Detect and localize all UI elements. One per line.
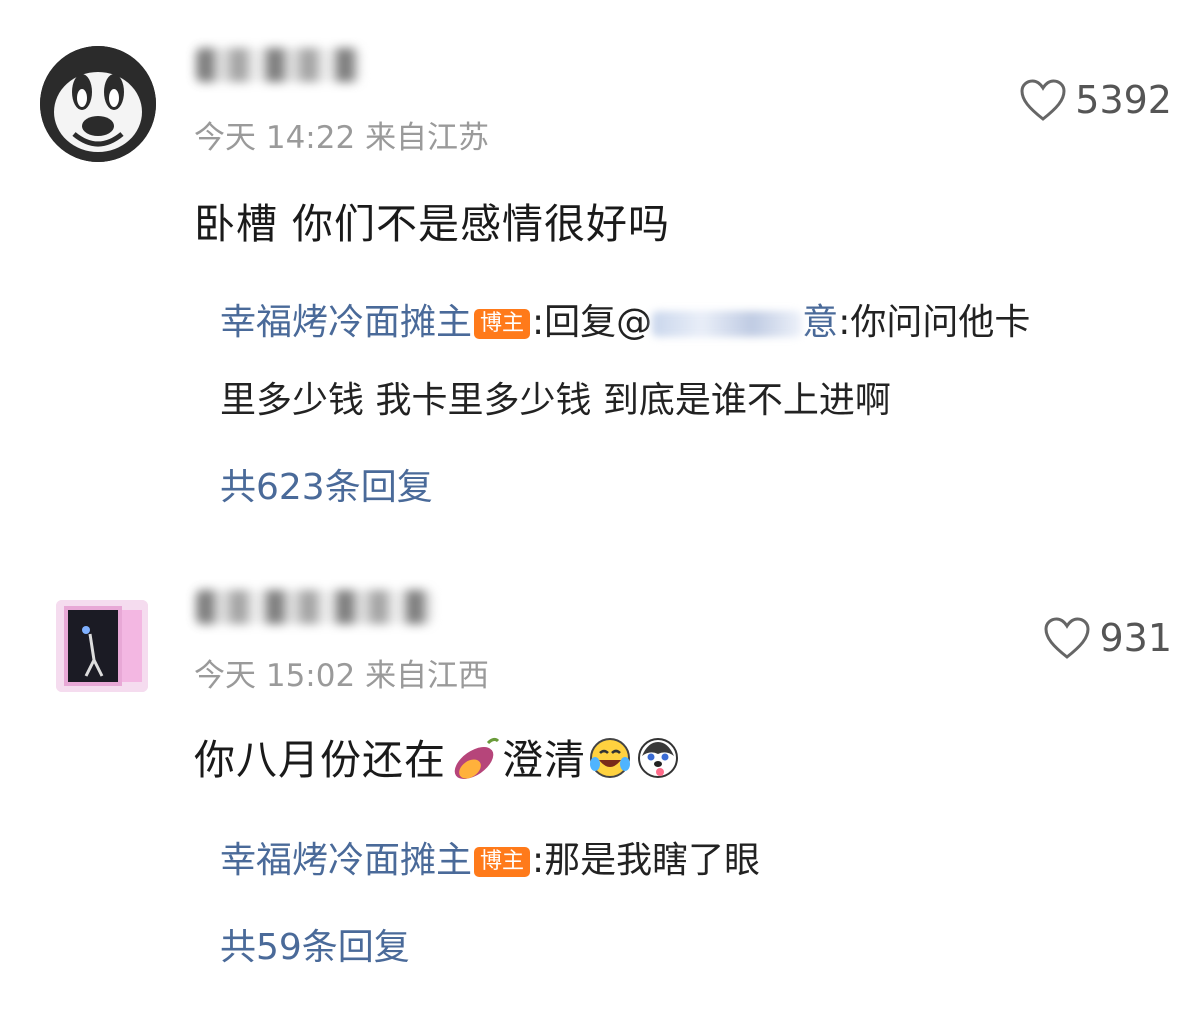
- reply-prefix: :回复@: [532, 302, 653, 343]
- comment-time: 今天 15:02: [194, 658, 356, 694]
- heart-icon: [1020, 79, 1066, 121]
- mention-tail[interactable]: 意: [802, 302, 838, 343]
- reply-body-first: :你问问他卡: [838, 302, 1031, 343]
- author-badge: 博主: [474, 309, 531, 339]
- username-blurred[interactable]: [196, 48, 360, 82]
- reply-body-second: 里多少钱 我卡里多少钱 到底是谁不上进啊: [220, 380, 891, 421]
- reply-preview[interactable]: 幸福烤冷面摊主 博主:那是我瞎了眼: [220, 822, 1140, 900]
- comment-location: 来自江西: [365, 658, 490, 694]
- husky-icon: [636, 736, 680, 790]
- comment-text: 你八月份还在 澄清: [194, 726, 682, 793]
- author-badge: 博主: [474, 847, 531, 877]
- comment-location: 来自江苏: [365, 120, 490, 156]
- reply-body: :那是我瞎了眼: [532, 840, 761, 881]
- comment-time: 今天 14:22: [194, 120, 356, 156]
- like-count: 931: [1099, 616, 1172, 660]
- laugh-cry-icon: [588, 736, 632, 790]
- reply-author[interactable]: 幸福烤冷面摊主: [220, 302, 472, 343]
- reply-author[interactable]: 幸福烤冷面摊主: [220, 840, 472, 881]
- comment-meta: 今天 15:02 来自江西: [194, 650, 489, 695]
- comment-meta: 今天 14:22 来自江苏: [194, 112, 489, 157]
- comment-text-before: 你八月份还在: [194, 736, 446, 784]
- like-count: 5392: [1075, 78, 1172, 122]
- like-button[interactable]: 931: [1043, 616, 1172, 660]
- sweet-potato-icon: [448, 733, 500, 793]
- reply-preview[interactable]: 幸福烤冷面摊主 博主:回复@ 意:你问问他卡 里多少钱 我卡里多少钱 到底是谁不上进…: [220, 284, 1140, 440]
- mickey-avatar-icon: [40, 46, 156, 162]
- comment-text: 卧槽 你们不是感情很好吗: [194, 200, 671, 248]
- heart-icon: [1044, 617, 1090, 659]
- like-button[interactable]: 5392: [1019, 78, 1172, 122]
- more-replies-link[interactable]: 共59条回复: [220, 918, 410, 970]
- avatar[interactable]: [40, 46, 156, 162]
- door-avatar-icon: [56, 600, 148, 692]
- more-replies-link[interactable]: 共623条回复: [220, 458, 433, 510]
- username-blurred[interactable]: [196, 590, 432, 624]
- comment-text-after: 澄清: [502, 736, 586, 784]
- avatar[interactable]: [56, 600, 148, 692]
- mention-blurred[interactable]: [652, 311, 803, 337]
